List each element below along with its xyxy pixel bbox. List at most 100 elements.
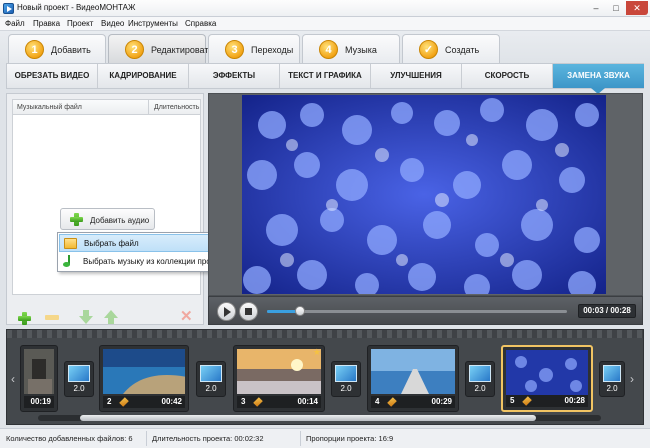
status-divider [300, 431, 301, 446]
step-create[interactable]: ✓ Создать [402, 34, 500, 64]
step-transitions[interactable]: 3 Переходы [208, 34, 300, 64]
delete-icon[interactable]: ✕ [180, 309, 196, 324]
menu-video[interactable]: Видео [101, 19, 124, 28]
step-label: Добавить [51, 45, 91, 55]
clip-duration: 00:19 [30, 397, 51, 406]
clip-thumbnail [237, 349, 321, 394]
maximize-button[interactable]: □ [606, 1, 626, 15]
close-button[interactable]: ✕ [626, 1, 648, 15]
add-audio-button[interactable]: Добавить аудио [60, 208, 155, 230]
clip-number: 4 [375, 397, 380, 406]
title-bar: Новый проект - ВидеоМОНТАЖ ‒ □ ✕ [0, 0, 650, 17]
transition-icon [335, 365, 357, 382]
transition-duration: 2.0 [340, 384, 352, 393]
transition-slot[interactable]: 2.0 [331, 361, 361, 397]
app-logo-icon [3, 3, 14, 14]
tab-trim-video[interactable]: ОБРЕЗАТЬ ВИДЕО [7, 64, 98, 88]
column-duration[interactable]: Длительность [148, 100, 199, 114]
step-music[interactable]: 4 Музыка [302, 34, 400, 64]
video-preview [208, 93, 643, 296]
pencil-icon[interactable] [253, 397, 263, 407]
transition-icon [200, 365, 222, 382]
pencil-icon[interactable] [522, 396, 532, 406]
remove-icon[interactable] [45, 315, 59, 320]
seek-bar[interactable] [267, 306, 567, 316]
transition-slot[interactable]: 2.0 [465, 361, 495, 397]
window-title: Новый проект - ВидеоМОНТАЖ [17, 3, 136, 12]
clip-info-bar: 00:19 [24, 396, 54, 408]
clip-duration: 00:29 [431, 397, 452, 406]
clip-duration: 00:28 [564, 396, 585, 405]
plus-icon [70, 213, 83, 226]
add-icon[interactable] [18, 312, 34, 326]
menu-project[interactable]: Проект [67, 19, 93, 28]
timeline-clip[interactable]: 00:19 [20, 345, 58, 412]
clip-number: 2 [107, 397, 112, 406]
clip-duration: 00:14 [297, 397, 318, 406]
tab-crop[interactable]: КАДРИРОВАНИЕ [98, 64, 189, 88]
menu-tools[interactable]: Инструменты [128, 19, 178, 28]
transition-icon [603, 365, 621, 382]
stop-button[interactable] [239, 302, 258, 321]
move-down-icon[interactable] [79, 310, 95, 324]
pencil-icon[interactable] [119, 397, 129, 407]
scroll-right-icon[interactable]: › [630, 372, 634, 386]
menu-file[interactable]: Файл [5, 19, 25, 28]
step-add[interactable]: 1 Добавить [8, 34, 106, 64]
transition-duration: 2.0 [205, 384, 217, 393]
player-controls: 00:03 / 00:28 [208, 296, 643, 325]
pencil-icon[interactable] [387, 397, 397, 407]
clip-info-bar: 3 00:14 [237, 396, 321, 408]
step-label: Редактировать [151, 45, 214, 55]
transition-duration: 2.0 [474, 384, 486, 393]
transition-slot[interactable]: 2.0 [64, 361, 94, 397]
step-label: Переходы [251, 45, 294, 55]
tab-text-graphics[interactable]: ТЕКСТ И ГРАФИКА [280, 64, 371, 88]
timeline-clip[interactable]: ★ 3 00:14 [233, 345, 325, 412]
timeline-clip-selected[interactable]: 5 00:28 [501, 345, 593, 412]
step-number-badge: 2 [125, 40, 144, 59]
tab-effects[interactable]: ЭФФЕКТЫ [189, 64, 280, 88]
menu-edit[interactable]: Правка [33, 19, 60, 28]
timeline-scrollbar[interactable] [38, 415, 601, 421]
timeline-clip[interactable]: 4 00:29 [367, 345, 459, 412]
transition-icon [469, 365, 491, 382]
transition-slot[interactable]: 2.0 [599, 361, 625, 397]
minimize-button[interactable]: ‒ [586, 1, 606, 15]
play-button[interactable] [217, 302, 236, 321]
video-frame[interactable] [242, 95, 606, 294]
music-list-header: Музыкальный файл Длительность [12, 99, 201, 115]
clip-thumbnail [506, 350, 588, 395]
timeline-clip[interactable]: 2 00:42 [99, 345, 189, 412]
timeline: ‹ › 00:19 2.0 2 00:42 2.0 ★ 3 00:14 2.0 … [6, 329, 644, 425]
column-music-file[interactable]: Музыкальный файл [17, 104, 82, 111]
timecode: 00:03 / 00:28 [578, 304, 636, 318]
step-label: Музыка [345, 45, 377, 55]
music-note-icon [63, 255, 75, 268]
status-aspect-ratio: Пропорции проекта: 16:9 [306, 434, 394, 443]
scrollbar-thumb[interactable] [80, 415, 536, 421]
clip-thumbnail [24, 349, 54, 394]
tab-replace-audio[interactable]: ЗАМЕНА ЗВУКА [553, 64, 644, 88]
clip-info-bar: 5 00:28 [506, 395, 588, 407]
clip-duration: 00:42 [161, 397, 182, 406]
menu-help[interactable]: Справка [185, 19, 216, 28]
star-icon: ★ [312, 347, 321, 357]
tab-speed[interactable]: СКОРОСТЬ [462, 64, 553, 88]
status-project-duration: Длительность проекта: 00:02:32 [152, 434, 264, 443]
music-panel: Музыкальный файл Длительность Добавить а… [6, 93, 204, 325]
transition-slot[interactable]: 2.0 [196, 361, 226, 397]
step-edit[interactable]: 2 Редактировать [108, 34, 213, 64]
winter-forest-image [242, 95, 606, 294]
seek-handle[interactable] [295, 306, 305, 316]
scroll-left-icon[interactable]: ‹ [11, 372, 15, 386]
step-label: Создать [445, 45, 480, 55]
clip-number: 3 [241, 397, 246, 406]
move-up-icon[interactable] [104, 310, 120, 324]
tab-enhancements[interactable]: УЛУЧШЕНИЯ [371, 64, 462, 88]
folder-icon [64, 238, 77, 249]
status-file-count: Количество добавленных файлов: 6 [6, 434, 133, 443]
status-divider [146, 431, 147, 446]
transition-duration: 2.0 [606, 384, 618, 393]
workflow-steps: 1 Добавить 2 Редактировать 3 Переходы 4 … [0, 31, 650, 64]
